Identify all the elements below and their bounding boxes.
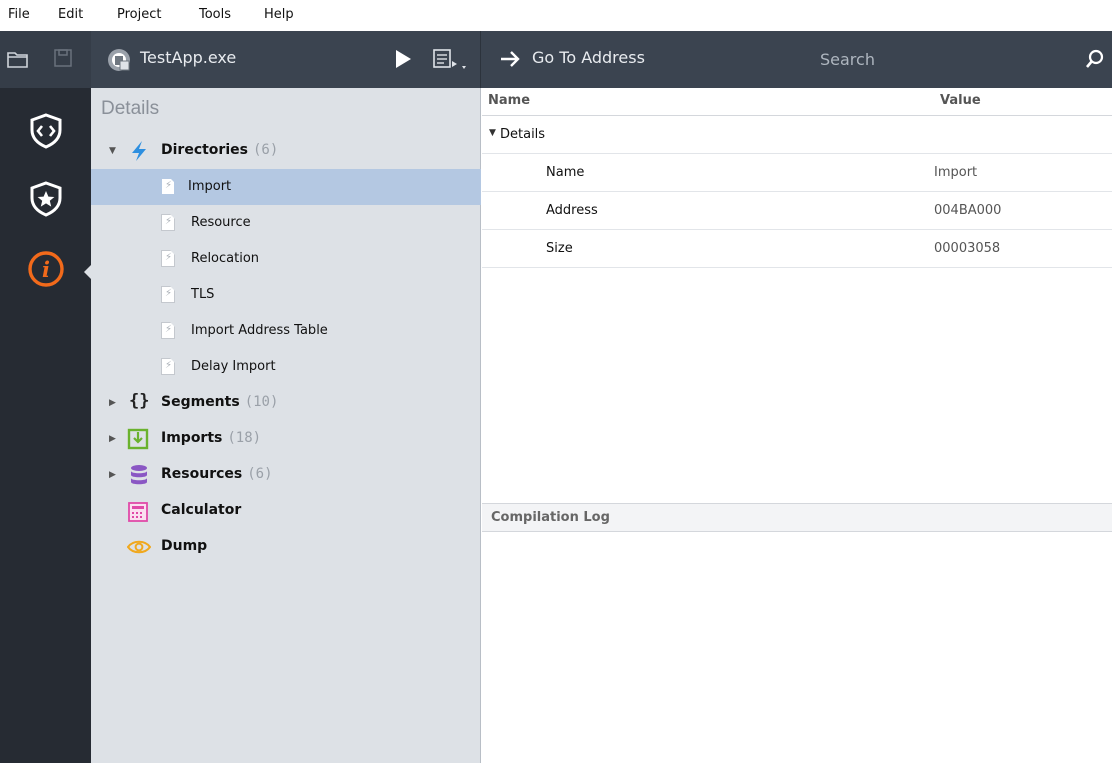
grid-row[interactable]: Address 004BA000: [482, 192, 1112, 230]
info-icon[interactable]: i: [20, 243, 72, 295]
resources-label: Resources: [161, 466, 243, 482]
directories-label: Directories: [161, 142, 248, 158]
grid-group-label: Details: [500, 127, 546, 142]
menu-edit[interactable]: Edit: [58, 7, 83, 22]
dump-label: Dump: [161, 538, 208, 554]
tree-item-import[interactable]: ⚡ Import: [91, 169, 481, 205]
expanded-arrow-icon[interactable]: ▼: [109, 146, 116, 156]
details-tree-panel: Details ▼ Directories (6) ⚡ Import ⚡ Reso…: [91, 88, 481, 763]
document-icon: ⚡: [161, 250, 175, 267]
eye-icon: [126, 539, 152, 559]
tree-item-label: Resource: [191, 215, 251, 230]
log-title: Compilation Log: [491, 510, 610, 525]
tree-node-calculator[interactable]: Calculator: [91, 493, 481, 529]
expanded-arrow-icon[interactable]: ▼: [489, 128, 496, 138]
tree-item-label: Relocation: [191, 251, 260, 266]
import-icon: [127, 428, 149, 454]
tree-node-resources[interactable]: ▶ Resources (6): [91, 457, 481, 493]
go-to-arrow-icon[interactable]: [497, 47, 523, 71]
menu-project[interactable]: Project: [117, 7, 161, 22]
tree-item-delay-import[interactable]: ⚡ Delay Import: [91, 349, 481, 385]
imports-label: Imports: [161, 430, 223, 446]
grid-row-name: Address: [546, 203, 598, 218]
menu-file[interactable]: File: [8, 7, 30, 22]
property-grid: Name Value ▼ Details Name Import Address…: [482, 88, 1112, 503]
search-input[interactable]: [770, 45, 1070, 73]
menu-help[interactable]: Help: [264, 7, 294, 22]
tree-item-import-address-table[interactable]: ⚡ Import Address Table: [91, 313, 481, 349]
segments-count: (10): [244, 394, 279, 410]
collapsed-arrow-icon[interactable]: ▶: [109, 434, 116, 444]
imports-count: (18): [227, 430, 262, 446]
tree-item-tls[interactable]: ⚡ TLS: [91, 277, 481, 313]
column-header-value[interactable]: Value: [940, 93, 981, 108]
tree-node-imports[interactable]: ▶ Imports (18): [91, 421, 481, 457]
grid-header: Name Value: [482, 88, 1112, 116]
lightning-icon: [129, 140, 149, 166]
grid-group-details[interactable]: ▼ Details: [482, 116, 1112, 154]
run-icon[interactable]: [391, 47, 415, 71]
active-rail-pointer: [84, 265, 91, 279]
log-header: Compilation Log: [482, 504, 1112, 532]
tree-item-resource[interactable]: ⚡ Resource: [91, 205, 481, 241]
tree-item-label: TLS: [191, 287, 215, 302]
grid-row-name: Name: [546, 165, 585, 180]
grid-row-value: Import: [934, 165, 978, 180]
braces-icon: {}: [129, 391, 150, 411]
resources-count: (6): [247, 466, 273, 482]
calculator-label: Calculator: [161, 502, 242, 518]
menu-tools[interactable]: Tools: [199, 7, 231, 22]
grid-row[interactable]: Name Import: [482, 154, 1112, 192]
column-header-name[interactable]: Name: [488, 93, 530, 108]
project-name: TestApp.exe: [140, 48, 237, 67]
database-icon: [129, 464, 149, 490]
left-rail: i: [0, 88, 91, 763]
menu-bar: File Edit Project Tools Help: [0, 0, 1112, 31]
collapsed-arrow-icon[interactable]: ▶: [109, 398, 116, 408]
tree-item-label: Import: [188, 179, 232, 194]
shield-code-icon[interactable]: [20, 105, 72, 157]
tree-node-directories[interactable]: ▼ Directories (6): [91, 133, 481, 169]
segments-label: Segments: [161, 394, 240, 410]
calculator-icon: [127, 501, 149, 527]
document-icon: ⚡: [161, 214, 175, 231]
tree-item-label: Delay Import: [191, 359, 276, 374]
grid-row-value: 004BA000: [934, 203, 1002, 218]
svg-text:i: i: [42, 257, 50, 282]
open-folder-icon[interactable]: [6, 48, 30, 70]
go-to-address-button[interactable]: Go To Address: [532, 48, 645, 67]
tree-node-segments[interactable]: ▶ {} Segments (10): [91, 385, 481, 421]
compilation-log-panel: Compilation Log: [482, 503, 1112, 763]
document-icon: ⚡: [161, 178, 175, 195]
panel-title: Details: [101, 98, 160, 119]
shield-star-icon[interactable]: [20, 173, 72, 225]
tree-item-label: Import Address Table: [191, 323, 328, 338]
search-icon[interactable]: [1083, 47, 1107, 71]
grid-row-name: Size: [546, 241, 573, 256]
save-icon[interactable]: [51, 47, 75, 69]
grid-row-value: 00003058: [934, 241, 1001, 256]
build-options-icon[interactable]: [430, 46, 468, 72]
document-icon: ⚡: [161, 322, 175, 339]
tree-item-relocation[interactable]: ⚡ Relocation: [91, 241, 481, 277]
tree-node-dump[interactable]: Dump: [91, 529, 481, 565]
project-logo-icon: [106, 47, 132, 73]
document-icon: ⚡: [161, 358, 175, 375]
grid-row[interactable]: Size 00003058: [482, 230, 1112, 268]
document-icon: ⚡: [161, 286, 175, 303]
collapsed-arrow-icon[interactable]: ▶: [109, 470, 116, 480]
directories-count: (6): [252, 142, 279, 158]
